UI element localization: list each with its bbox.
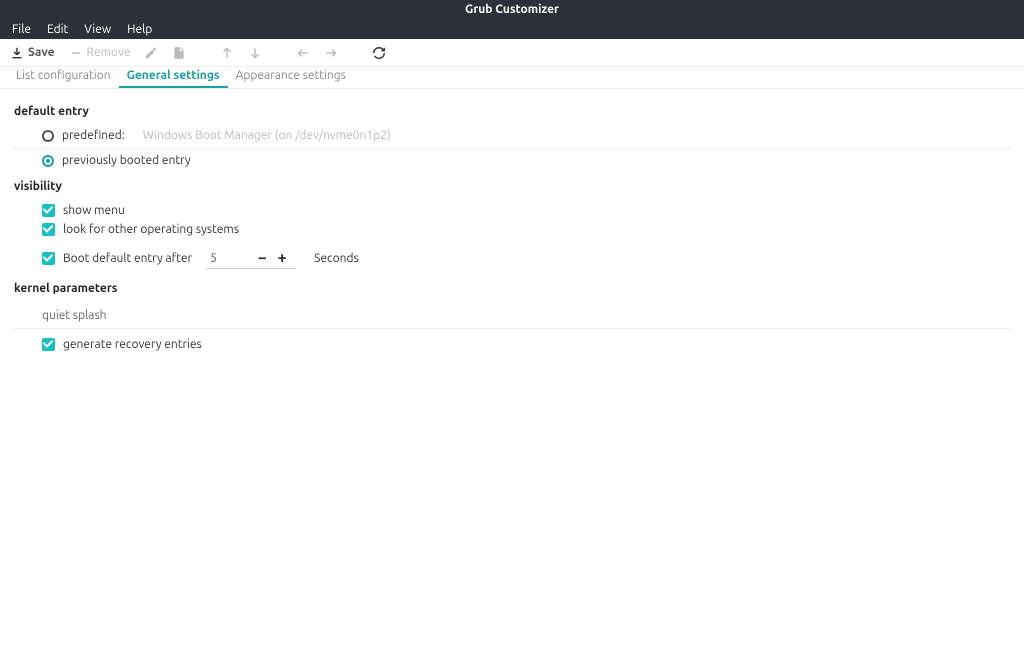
- kernel-params-input[interactable]: quiet splash: [14, 303, 1010, 329]
- arrow-down-icon: [248, 46, 262, 60]
- move-up-button: [220, 46, 234, 60]
- pencil-icon: [144, 46, 158, 60]
- boot-after-row: Boot default entry after 5 − + Seconds: [14, 245, 1010, 272]
- menu-edit[interactable]: Edit: [39, 23, 76, 36]
- recovery-label: generate recovery entries: [63, 338, 202, 351]
- tab-list-configuration[interactable]: List configuration: [8, 66, 119, 88]
- menu-view[interactable]: View: [76, 23, 119, 36]
- previous-label: previously booted entry: [62, 154, 191, 167]
- predefined-label: predefined:: [62, 129, 125, 142]
- recovery-row: generate recovery entries: [14, 335, 1010, 354]
- arrow-left-icon: [296, 46, 310, 60]
- show-menu-row: show menu: [14, 201, 1010, 220]
- reload-icon: [372, 46, 386, 60]
- arrow-up-icon: [220, 46, 234, 60]
- section-kernel-title: kernel parameters: [14, 282, 1010, 295]
- move-down-button: [248, 46, 262, 60]
- save-button[interactable]: Save: [10, 46, 55, 60]
- tab-general-settings[interactable]: General settings: [119, 66, 228, 88]
- predefined-radio[interactable]: [42, 130, 54, 142]
- timeout-spinner[interactable]: 5 − +: [206, 248, 296, 269]
- save-button-label: Save: [28, 46, 55, 59]
- look-other-label: look for other operating systems: [63, 223, 239, 236]
- seconds-label: Seconds: [314, 252, 359, 265]
- predefined-combo[interactable]: Windows Boot Manager (on /dev/nvme0n1p2): [143, 129, 1010, 142]
- toolbar: Save Remove: [0, 39, 1024, 67]
- timeout-decrement[interactable]: −: [252, 248, 272, 268]
- arrow-right-icon: [324, 46, 338, 60]
- window-title: Grub Customizer: [0, 0, 1024, 20]
- section-visibility-title: visibility: [14, 180, 1010, 193]
- section-default-entry-title: default entry: [14, 105, 1010, 118]
- tabs: List configuration General settings Appe…: [0, 67, 1024, 89]
- timeout-increment[interactable]: +: [272, 248, 292, 268]
- minus-icon: [69, 46, 83, 60]
- back-button: [296, 46, 310, 60]
- show-menu-checkbox[interactable]: [42, 204, 55, 217]
- menubar: File Edit View Help: [0, 20, 1024, 39]
- reload-button[interactable]: [372, 46, 386, 60]
- forward-button: [324, 46, 338, 60]
- look-other-checkbox[interactable]: [42, 223, 55, 236]
- show-menu-label: show menu: [63, 204, 125, 217]
- tab-appearance-settings[interactable]: Appearance settings: [228, 66, 354, 88]
- content-area: default entry predefined: Windows Boot M…: [0, 89, 1024, 366]
- look-other-row: look for other operating systems: [14, 220, 1010, 239]
- recovery-checkbox[interactable]: [42, 338, 55, 351]
- remove-button: Remove: [69, 46, 131, 60]
- timeout-value[interactable]: 5: [210, 252, 252, 265]
- predefined-row: predefined: Windows Boot Manager (on /de…: [14, 126, 1010, 149]
- edit-button: [144, 46, 158, 60]
- remove-button-label: Remove: [87, 46, 131, 59]
- download-save-icon: [10, 46, 24, 60]
- boot-after-checkbox[interactable]: [42, 252, 55, 265]
- new-file-icon: [172, 46, 186, 60]
- boot-after-label: Boot default entry after: [63, 252, 192, 265]
- new-button: [172, 46, 186, 60]
- previous-row: previously booted entry: [14, 151, 1010, 170]
- menu-file[interactable]: File: [4, 23, 39, 36]
- previous-radio[interactable]: [42, 155, 54, 167]
- menu-help[interactable]: Help: [119, 23, 160, 36]
